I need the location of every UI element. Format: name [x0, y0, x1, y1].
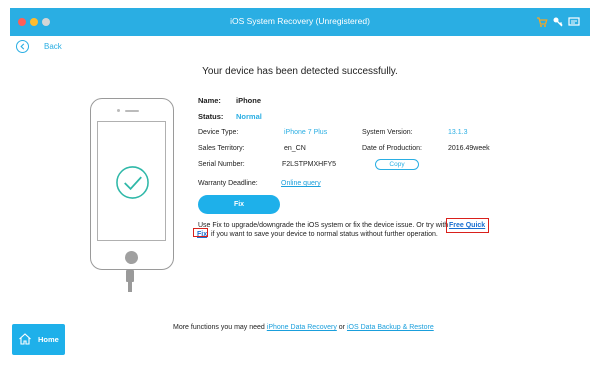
- system-version-value: 13.1.3: [448, 129, 468, 136]
- lightning-cable-icon: [126, 270, 134, 292]
- ios-data-backup-link[interactable]: iOS Data Backup & Restore: [347, 324, 434, 331]
- sales-territory-label: Sales Territory:: [198, 145, 245, 152]
- home-button[interactable]: Home: [12, 324, 65, 355]
- fix-description-part1: Use Fix to upgrade/downgrade the iOS sys…: [198, 222, 449, 229]
- name-value: iPhone: [236, 96, 262, 105]
- highlight-box-free-quick: [446, 218, 489, 233]
- phone-screen: [97, 121, 166, 241]
- iphone-data-recovery-link[interactable]: iPhone Data Recovery: [267, 324, 337, 331]
- serial-number-value: F2LSTPMXHFY5: [282, 161, 337, 168]
- production-date-label: Date of Production:: [362, 145, 422, 152]
- serial-number-label: Serial Number:: [198, 161, 245, 168]
- sales-territory-value: en_CN: [284, 145, 306, 152]
- highlight-box-fix: [193, 228, 208, 237]
- iphone-illustration: [90, 98, 174, 270]
- phone-camera: [117, 109, 120, 112]
- or-text: or: [338, 324, 346, 331]
- phone-speaker: [125, 110, 139, 112]
- copy-button[interactable]: Copy: [375, 159, 419, 170]
- footer-more-functions: More functions you may need iPhone Data …: [173, 324, 434, 331]
- cart-icon[interactable]: [536, 16, 548, 28]
- window-title: iOS System Recovery (Unregistered): [230, 16, 370, 26]
- page-headline: Your device has been detected successful…: [202, 66, 398, 77]
- status-label: Status:: [198, 112, 224, 121]
- back-label: Back: [44, 42, 62, 51]
- online-query-link[interactable]: Online query: [281, 180, 321, 187]
- home-label: Home: [38, 335, 59, 344]
- device-type-value: iPhone 7 Plus: [284, 129, 328, 136]
- title-bar: iOS System Recovery (Unregistered): [10, 8, 590, 36]
- checkmark-icon: [116, 166, 149, 199]
- feedback-icon[interactable]: [568, 16, 580, 28]
- back-arrow-icon: [16, 40, 29, 53]
- fix-description-part2: if you want to save your device to norma…: [211, 231, 438, 238]
- phone-home-button: [125, 251, 138, 264]
- warranty-label: Warranty Deadline:: [198, 180, 258, 187]
- app-window: iOS System Recovery (Unregistered) Back …: [10, 8, 590, 368]
- fix-button[interactable]: Fix: [198, 195, 280, 214]
- more-functions-text: More functions you may need: [173, 324, 265, 331]
- device-type-label: Device Type:: [198, 129, 239, 136]
- status-value: Normal: [236, 112, 262, 121]
- production-date-value: 2016.49week: [448, 145, 490, 152]
- system-version-label: System Version:: [362, 129, 413, 136]
- name-label: Name:: [198, 96, 221, 105]
- key-icon[interactable]: [552, 16, 564, 28]
- back-button[interactable]: Back: [16, 38, 76, 56]
- home-icon: [19, 333, 31, 345]
